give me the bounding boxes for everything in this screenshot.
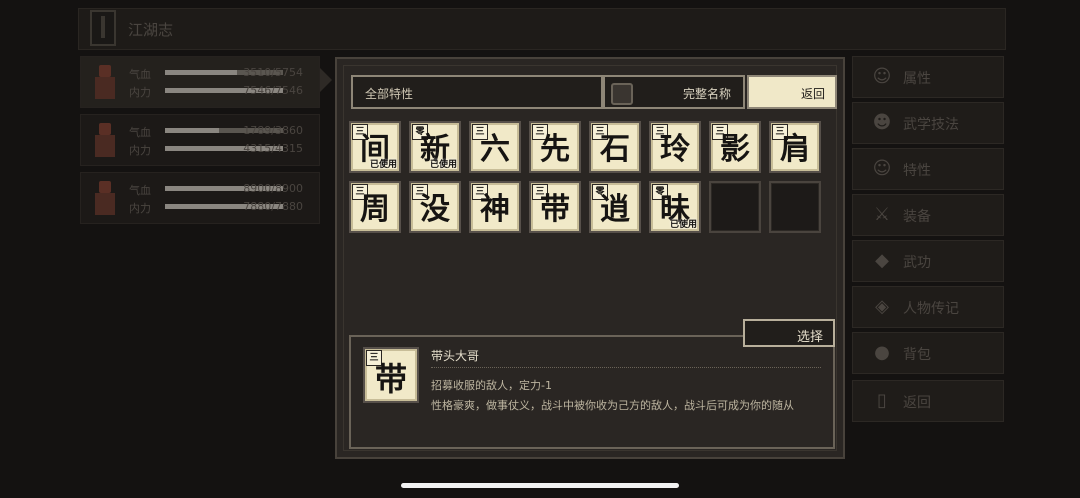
divider [431, 367, 821, 368]
avatar [91, 179, 119, 217]
avatar [91, 121, 119, 159]
trait-tile[interactable]: 三带 [529, 181, 581, 233]
used-badge: 已使用 [369, 160, 397, 170]
trait-glyph: 逍 [600, 192, 630, 227]
book-icon [90, 10, 116, 46]
menu-traits[interactable]: ☺ 特性 [852, 148, 1004, 190]
hp-value: 1789/3860 [243, 124, 303, 137]
trait-tile[interactable]: 三周 [349, 181, 401, 233]
menu-back[interactable]: ▯ 返回 [852, 380, 1004, 422]
used-badge: 已使用 [669, 220, 697, 230]
trait-glyph: 周 [360, 192, 390, 227]
trait-glyph: 六 [480, 132, 510, 167]
selection-arrow-icon [320, 68, 332, 92]
menu-attributes[interactable]: ☺ 属性 [852, 56, 1004, 98]
trait-tile[interactable]: 三间已使用 [349, 121, 401, 173]
hp-label: 气血 [129, 126, 151, 139]
mp-value: 4315/4315 [243, 142, 303, 155]
scroll-icon: ◆ [875, 250, 889, 271]
trait-tile[interactable]: 三石 [589, 121, 641, 173]
martial-icon: ☻ [872, 112, 892, 133]
filter-label: 全部特性 [365, 87, 414, 101]
trait-glyph: 玲 [660, 132, 690, 167]
book-icon: ◈ [875, 296, 889, 317]
menu-martial-skills[interactable]: ☻ 武学技法 [852, 102, 1004, 144]
mp-label: 内力 [129, 86, 151, 99]
trait-tile[interactable]: 零昧已使用 [649, 181, 701, 233]
trait-icon: ☺ [872, 158, 892, 179]
return-button[interactable]: 返回 [747, 75, 837, 109]
party-member-1[interactable]: 气血 3510/5754 内力 7546/7546 [80, 56, 320, 108]
avatar [91, 63, 119, 101]
fullname-toggle[interactable]: 完整名称 [603, 75, 745, 109]
trait-glyph: 影 [720, 132, 750, 167]
select-button[interactable]: 选择 [743, 319, 835, 347]
trait-glyph: 带 [540, 192, 570, 227]
hp-label: 气血 [129, 184, 151, 197]
trait-name: 带头大哥 [431, 349, 480, 363]
trait-select-dialog: 全部特性 完整名称 返回 三间已使用零新已使用三六三先三石三玲三影三肩三周三没三… [335, 57, 845, 459]
detail-trait-tile: 三 带 [363, 347, 419, 403]
empty-trait-slot[interactable] [709, 181, 761, 233]
hp-label: 气血 [129, 68, 151, 81]
trait-glyph: 先 [540, 132, 570, 167]
menu-biography[interactable]: ◈ 人物传记 [852, 286, 1004, 328]
menu-equipment[interactable]: ⚔ 装备 [852, 194, 1004, 236]
trait-description: 性格豪爽，做事仗义，战斗中被你收为己方的敌人，战斗后可成为你的随从 [431, 399, 794, 412]
trait-filter-dropdown[interactable]: 全部特性 [351, 75, 603, 109]
party-member-2[interactable]: 气血 1789/3860 内力 4315/4315 [80, 114, 320, 166]
trait-tile[interactable]: 三玲 [649, 121, 701, 173]
menu-kungfu[interactable]: ◆ 武功 [852, 240, 1004, 282]
trait-tile[interactable]: 三神 [469, 181, 521, 233]
trait-tile[interactable]: 三先 [529, 121, 581, 173]
trait-tile[interactable]: 三肩 [769, 121, 821, 173]
trait-glyph: 肩 [780, 132, 810, 167]
trait-tile[interactable]: 三影 [709, 121, 761, 173]
trait-effect: 招募收服的敌人，定力-1 [431, 379, 552, 392]
fullname-checkbox[interactable] [611, 83, 633, 105]
trait-tile[interactable]: 零逍 [589, 181, 641, 233]
hp-value: 3510/5754 [243, 66, 303, 79]
character-icon: ☺ [872, 66, 892, 87]
fullname-label: 完整名称 [682, 87, 731, 101]
door-icon: ▯ [877, 390, 887, 411]
mp-label: 内力 [129, 144, 151, 157]
trait-glyph: 神 [480, 192, 510, 227]
mp-value: 7546/7546 [243, 84, 303, 97]
empty-trait-slot[interactable] [769, 181, 821, 233]
party-member-3[interactable]: 气血 8900/8900 内力 7880/7880 [80, 172, 320, 224]
trait-detail-panel: 三 带 带头大哥 招募收服的敌人，定力-1 性格豪爽，做事仗义，战斗中被你收为己… [349, 335, 835, 449]
trait-glyph: 石 [600, 132, 630, 167]
trait-glyph: 带 [374, 360, 407, 398]
mp-label: 内力 [129, 202, 151, 215]
used-badge: 已使用 [429, 160, 457, 170]
trait-tile[interactable]: 零新已使用 [409, 121, 461, 173]
home-indicator[interactable] [401, 483, 679, 488]
menu-bag[interactable]: ● 背包 [852, 332, 1004, 374]
trait-tile[interactable]: 三没 [409, 181, 461, 233]
trait-tile[interactable]: 三六 [469, 121, 521, 173]
sword-icon: ⚔ [873, 204, 891, 225]
bag-icon: ● [874, 342, 890, 363]
mp-value: 7880/7880 [243, 200, 303, 213]
title-bar [78, 8, 1006, 50]
page-title: 江湖志 [128, 21, 174, 39]
trait-glyph: 没 [420, 192, 450, 227]
hp-value: 8900/8900 [243, 182, 303, 195]
